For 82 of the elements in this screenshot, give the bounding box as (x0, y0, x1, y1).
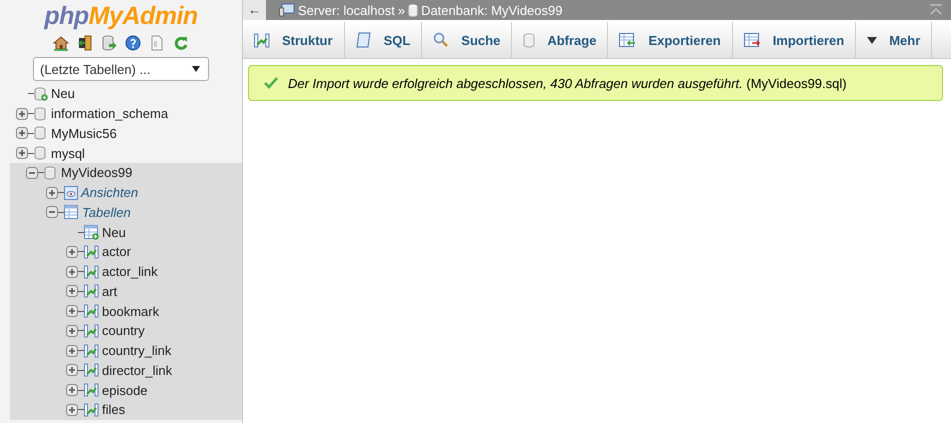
database-arrow-icon[interactable] (101, 35, 117, 51)
import-icon (744, 32, 761, 48)
tree-item-label[interactable]: mysql (51, 146, 85, 161)
database-row[interactable]: MyVideos99 (10, 163, 242, 183)
sheet-icon (356, 32, 372, 48)
database-icon (408, 4, 418, 16)
home-icon[interactable] (53, 35, 69, 51)
expand-icon[interactable] (46, 186, 58, 199)
document-icon[interactable] (149, 35, 165, 51)
tab[interactable]: SQL (344, 22, 422, 58)
database-row[interactable]: mysql (0, 143, 242, 163)
database-row[interactable]: MyMusic56 (0, 124, 242, 144)
reload-icon[interactable] (173, 35, 189, 51)
tree-item-label[interactable]: MyVideos99 (61, 165, 132, 180)
caret-icon (192, 66, 200, 72)
search-icon (433, 32, 450, 48)
tree-item-label[interactable]: Tabellen (82, 204, 131, 220)
database-icon (34, 146, 48, 160)
table-structure-icon (84, 383, 99, 398)
table-structure-icon (84, 304, 99, 318)
table-structure-icon (84, 264, 99, 279)
tree-item-label[interactable]: bookmark (102, 304, 160, 319)
expand-icon[interactable] (66, 324, 78, 337)
new-database-icon (34, 86, 48, 101)
tab[interactable]: Struktur (243, 22, 345, 58)
database-icon (523, 32, 536, 48)
back-link[interactable]: ← (243, 0, 266, 20)
checkmark-icon (264, 77, 278, 89)
breadcrumb-link[interactable]: Server: localhost (298, 2, 395, 18)
expand-icon[interactable] (66, 384, 78, 396)
caret-icon (867, 36, 878, 44)
database-icon (44, 166, 58, 180)
table-structure-icon (84, 324, 99, 338)
export-icon (619, 32, 636, 48)
message-text: Der Import wurde erfolgreich abgeschlossen, 430 Abfragen wurden ausgeführt. (MyVideos99.sql) (288, 76, 847, 90)
tab[interactable]: Importieren (732, 22, 856, 58)
expand-icon[interactable] (66, 285, 78, 298)
table-structure-icon (84, 402, 99, 417)
structure-icon (254, 32, 270, 48)
table-structure-icon (84, 284, 99, 298)
new-table-icon (84, 224, 99, 240)
breadcrumb-separator: » (398, 2, 406, 18)
expand-icon[interactable] (66, 305, 78, 318)
tab[interactable]: Suche (422, 22, 512, 58)
tree-item-label[interactable]: episode (102, 382, 148, 398)
recent-tables-dropdown[interactable]: (Letzte Tabellen) ... (33, 57, 209, 81)
table-structure-icon (84, 244, 99, 259)
expand-icon[interactable] (16, 108, 28, 120)
expand-icon[interactable] (16, 127, 28, 140)
tree-item-label[interactable]: MyMusic56 (51, 126, 117, 141)
expand-icon[interactable] (66, 344, 78, 357)
collapse-icon[interactable] (46, 206, 58, 218)
tables-icon (64, 204, 79, 220)
expand-icon[interactable] (66, 364, 78, 376)
expand-icon[interactable] (66, 404, 78, 416)
tree-item-label[interactable]: art (102, 284, 118, 299)
logo: phpMyAdmin (44, 2, 198, 30)
database-icon (34, 106, 48, 121)
database-row[interactable]: information_schema (0, 104, 242, 124)
tab[interactable]: Abfrage (512, 22, 608, 58)
expand-icon[interactable] (66, 246, 78, 258)
tree-item-label[interactable]: Neu (51, 86, 75, 102)
help-icon[interactable] (125, 35, 141, 51)
collapse-icon[interactable] (26, 166, 38, 179)
expand-icon[interactable] (66, 266, 78, 278)
tree-item-label[interactable]: actor (102, 244, 131, 260)
expand-icon[interactable] (16, 147, 28, 160)
tree-item-label[interactable]: files (102, 402, 126, 418)
database-icon (34, 126, 48, 140)
tree-item-label[interactable]: Ansichten (81, 185, 138, 200)
tree-item-label[interactable]: country (102, 323, 145, 338)
breadcrumb-link[interactable]: Datenbank: MyVideos99 (421, 2, 562, 18)
tab[interactable]: Exportieren (608, 22, 733, 58)
tree-item-label[interactable]: information_schema (51, 106, 168, 122)
server-icon (279, 3, 295, 17)
tree-item-label[interactable]: actor_link (102, 264, 158, 280)
door-icon[interactable] (77, 35, 93, 51)
table-structure-icon (84, 363, 99, 378)
view-icon (64, 186, 78, 200)
table-structure-icon (84, 344, 99, 358)
tab[interactable]: Mehr (856, 22, 932, 58)
tree-item-label[interactable]: Neu (102, 224, 126, 240)
